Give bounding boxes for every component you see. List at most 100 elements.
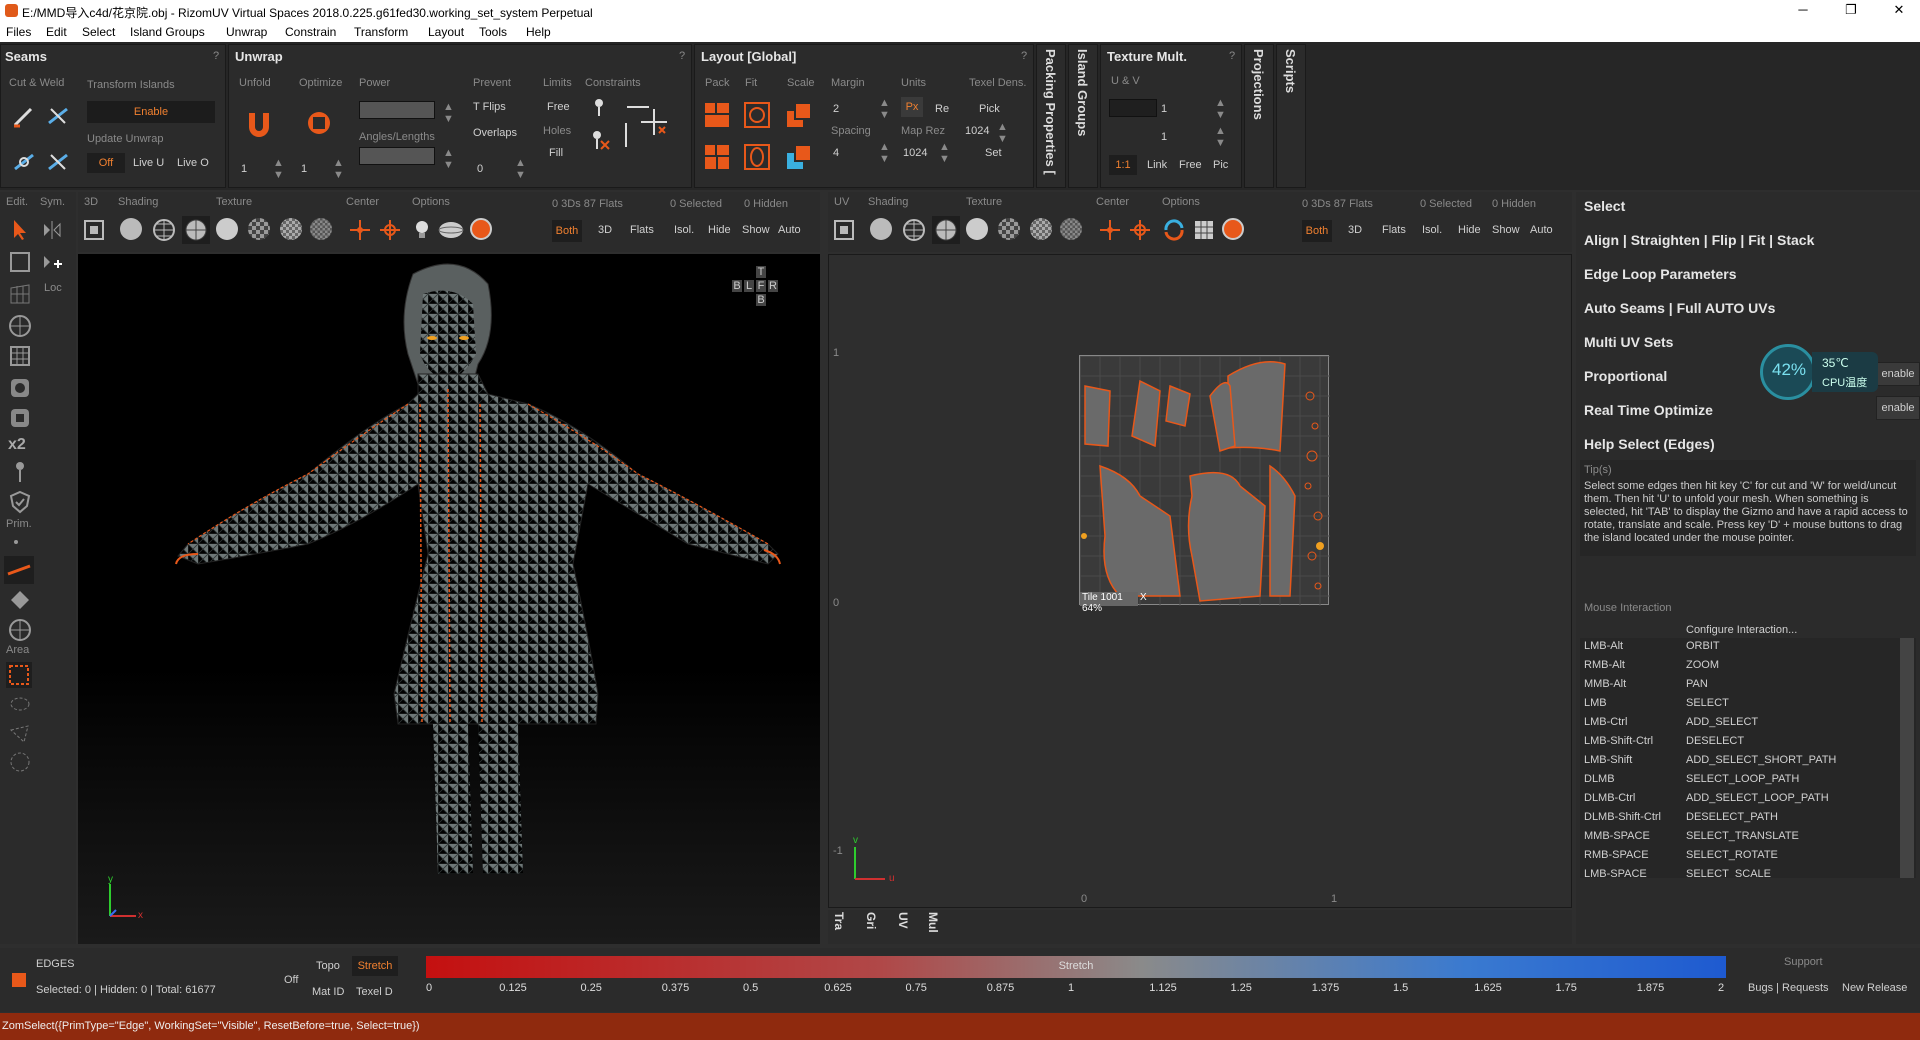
view-cube-right[interactable]: R xyxy=(768,280,778,292)
power-spinner-icon[interactable]: ▲ ▼ xyxy=(443,101,454,125)
color-option-icon[interactable] xyxy=(470,218,492,240)
vertex-mode-icon[interactable] xyxy=(14,540,18,544)
viewuv-3d-button[interactable]: 3D xyxy=(1348,224,1362,236)
link-button[interactable]: Link xyxy=(1147,159,1167,171)
tflips-button[interactable]: T Flips xyxy=(473,101,506,113)
topo-button[interactable]: Topo xyxy=(316,960,340,972)
power-slider[interactable] xyxy=(359,101,435,119)
overlaps-spinner-icon[interactable]: ▲ ▼ xyxy=(515,157,526,181)
close-button[interactable]: ✕ xyxy=(1884,2,1914,20)
map-rez-height-input[interactable]: 1024 xyxy=(903,147,927,159)
fit-all-icon[interactable] xyxy=(743,143,771,171)
menu-files[interactable]: Files xyxy=(6,25,31,39)
pack-all-icon[interactable] xyxy=(703,143,731,171)
circle-select-icon[interactable] xyxy=(8,750,32,774)
margin-input[interactable]: 2 xyxy=(833,103,839,115)
view-cube-bottom[interactable]: B xyxy=(756,294,766,306)
optimize-spinner-icon[interactable]: ▲ ▼ xyxy=(333,157,344,181)
edge-mode-icon[interactable] xyxy=(4,556,34,584)
cube-mesh-icon[interactable] xyxy=(8,344,32,368)
uv-color-option-icon[interactable] xyxy=(1222,218,1244,240)
island-groups-tab[interactable]: Island Groups xyxy=(1068,44,1098,188)
uv-grid-icon[interactable] xyxy=(1192,218,1216,242)
proportional-enable-button[interactable]: enable xyxy=(1876,362,1920,386)
grid-mesh-icon[interactable] xyxy=(8,282,32,306)
units-re-button[interactable]: Re xyxy=(935,103,949,115)
maximize-button[interactable]: ❐ xyxy=(1836,2,1866,20)
view3d-isol-button[interactable]: Isol. xyxy=(674,224,694,236)
menu-transform[interactable]: Transform xyxy=(354,25,408,39)
live-u-button[interactable]: Live U xyxy=(133,157,164,169)
realtime-enable-button[interactable]: enable xyxy=(1876,396,1920,420)
live-o-button[interactable]: Live O xyxy=(177,157,209,169)
sphere-mesh-icon[interactable] xyxy=(8,314,32,338)
overlaps-value[interactable]: 0 xyxy=(477,163,483,175)
projections-tab[interactable]: Projections xyxy=(1244,44,1274,188)
viewuv-isol-button[interactable]: Isol. xyxy=(1422,224,1442,236)
shading-solid-icon[interactable] xyxy=(120,218,142,240)
margin-spinner-icon[interactable]: ▲ ▼ xyxy=(879,97,890,121)
units-px-button[interactable]: Px xyxy=(901,97,923,117)
weld-edge-icon[interactable] xyxy=(45,103,71,129)
seams-help-button[interactable]: ? xyxy=(213,50,219,62)
viewuv-auto-button[interactable]: Auto xyxy=(1530,224,1553,236)
light-bulb-icon[interactable] xyxy=(412,218,432,242)
x2-button[interactable]: x2 xyxy=(8,436,26,454)
uv-texture-map-icon[interactable] xyxy=(1060,218,1082,240)
view-cube-back[interactable]: B xyxy=(732,280,742,292)
texture-mult-u-slider[interactable] xyxy=(1109,99,1157,117)
texture-mult-u-spinner-icon[interactable]: ▲ ▼ xyxy=(1215,97,1226,121)
texture-mult-u-value[interactable]: 1 xyxy=(1161,103,1167,115)
ellipse-option-icon[interactable] xyxy=(438,220,464,240)
texture-checker-fine-icon[interactable] xyxy=(280,218,302,240)
texture-checker-icon[interactable] xyxy=(248,218,270,240)
display-off-button[interactable]: Off xyxy=(284,974,298,986)
symmetry-icon[interactable] xyxy=(40,218,64,242)
view3d-auto-button[interactable]: Auto xyxy=(778,224,801,236)
unpin-icon[interactable] xyxy=(589,129,611,151)
shading-solid-wire-icon[interactable] xyxy=(182,216,210,244)
uv-tile-close-icon[interactable]: X xyxy=(1140,592,1152,606)
uv-center-pivot-icon[interactable] xyxy=(1098,218,1122,242)
limits-free-button[interactable]: Free xyxy=(547,101,570,113)
stretch-button[interactable]: Stretch xyxy=(352,956,398,976)
uv-frame-all-icon[interactable] xyxy=(832,218,856,242)
unfold-icon[interactable] xyxy=(245,109,273,137)
bugs-requests-link[interactable]: Bugs | Requests xyxy=(1748,982,1829,994)
view3d-3d-button[interactable]: 3D xyxy=(598,224,612,236)
menu-select[interactable]: Select xyxy=(82,25,115,39)
viewport-3d[interactable]: T B L F R B y x xyxy=(78,254,820,944)
overlaps-button[interactable]: Overlaps xyxy=(473,127,517,139)
cut-edge-icon[interactable] xyxy=(11,103,37,129)
auto-seams-section[interactable]: Auto Seams | Full AUTO UVs xyxy=(1584,300,1775,316)
menu-tools[interactable]: Tools xyxy=(479,25,507,39)
view3d-show-button[interactable]: Show xyxy=(742,224,770,236)
box-mesh-icon[interactable] xyxy=(8,406,32,430)
uv-center-selection-icon[interactable] xyxy=(1128,218,1152,242)
packing-properties-tab[interactable]: Packing Properties [ xyxy=(1036,44,1066,188)
map-rez-height-spinner-icon[interactable]: ▲ ▼ xyxy=(939,141,950,165)
scripts-tab[interactable]: Scripts xyxy=(1276,44,1306,188)
multi-uv-section[interactable]: Multi UV Sets xyxy=(1584,334,1673,350)
help-select-section[interactable]: Help Select (Edges) xyxy=(1584,436,1715,452)
uv-shading-solid-wire-icon[interactable] xyxy=(932,216,960,244)
enable-transform-button[interactable]: Enable xyxy=(87,101,215,123)
view3d-flats-button[interactable]: Flats xyxy=(630,224,654,236)
view-cube-front[interactable]: F xyxy=(756,280,766,292)
menu-constrain[interactable]: Constrain xyxy=(285,25,336,39)
map-rez-width-input[interactable]: 1024 xyxy=(965,125,989,137)
scale-texel-icon[interactable] xyxy=(785,143,813,171)
view-cube-left[interactable]: L xyxy=(744,280,754,292)
tab-transform[interactable]: Tra xyxy=(832,912,846,930)
uv-shading-wire-icon[interactable] xyxy=(902,218,926,242)
optimize-icon[interactable] xyxy=(305,109,333,137)
angles-spinner-icon[interactable]: ▲ ▼ xyxy=(443,147,454,171)
view3d-hide-button[interactable]: Hide xyxy=(708,224,731,236)
unfold-spinner-icon[interactable]: ▲ ▼ xyxy=(273,157,284,181)
texture-none-icon[interactable] xyxy=(216,218,238,240)
poly-select-icon[interactable] xyxy=(8,722,32,746)
transform-box-icon[interactable] xyxy=(8,250,32,274)
minimize-button[interactable]: ─ xyxy=(1788,2,1818,20)
layout-help-button[interactable]: ? xyxy=(1021,50,1027,62)
uv-texture-none-icon[interactable] xyxy=(966,218,988,240)
